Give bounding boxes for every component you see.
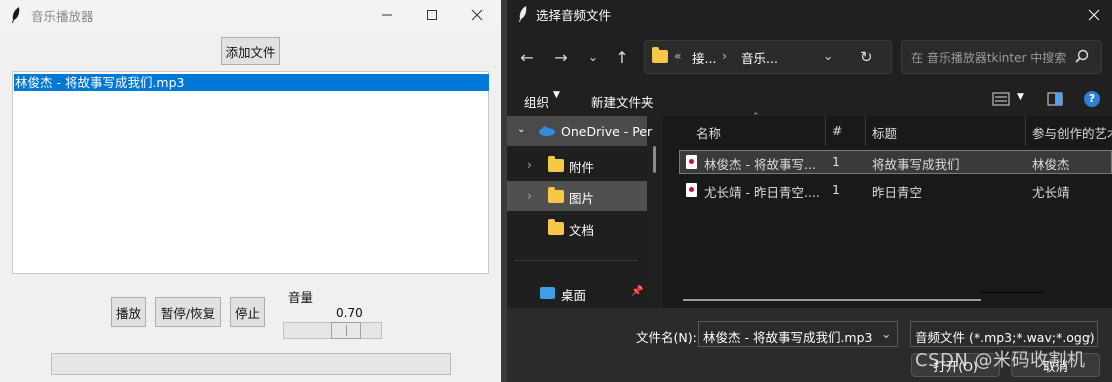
feather-icon <box>519 6 527 22</box>
volume-value: 0.70 <box>336 306 363 320</box>
tree-scrollbar[interactable] <box>653 146 656 173</box>
audio-file-icon <box>686 155 697 169</box>
arrow-right-icon: → <box>554 47 568 67</box>
sort-up-icon: ⌃ <box>752 112 760 122</box>
search-icon <box>1075 49 1089 63</box>
add-file-button[interactable]: 添加文件 <box>221 37 280 65</box>
file-number: 1 <box>832 154 840 169</box>
chevron-down-icon: ⌄ <box>881 326 892 341</box>
close-button[interactable] <box>455 0 499 30</box>
caret-down-icon: ▼ <box>553 90 560 100</box>
folder-icon <box>548 219 564 235</box>
column-header-name[interactable]: 名称 <box>696 123 721 142</box>
horizontal-scrollbar[interactable] <box>683 299 981 301</box>
pause-resume-button[interactable]: 暂停/恢复 <box>155 297 221 327</box>
column-header-artist[interactable]: 参与创作的艺术 <box>1032 123 1112 142</box>
scroll-track <box>981 292 1043 293</box>
new-folder-button[interactable]: 新建文件夹 <box>591 92 654 111</box>
filename-label: 文件名(N): <box>636 330 697 345</box>
playlist-listbox[interactable]: 林俊杰 - 将故事写成我们.mp3 <box>12 71 489 274</box>
tree-item-label: 图片 <box>569 191 595 206</box>
play-button[interactable]: 播放 <box>111 297 146 327</box>
stop-button[interactable]: 停止 <box>230 297 265 327</box>
address-dropdown[interactable]: ⌄ <box>823 48 833 63</box>
file-number: 1 <box>832 182 840 197</box>
playlist-item[interactable]: 林俊杰 - 将故事写成我们.mp3 <box>14 74 489 91</box>
arrow-left-icon: ← <box>520 47 534 67</box>
breadcrumb-item[interactable]: 音乐... <box>741 48 778 67</box>
folder-icon <box>548 187 564 203</box>
minimize-icon <box>382 14 392 16</box>
chevron-down-icon: ⌄ <box>517 124 526 135</box>
feather-icon <box>12 7 20 23</box>
chevron-right-icon: › <box>722 48 727 63</box>
file-title: 昨日青空 <box>872 185 923 200</box>
column-header-title[interactable]: 标题 <box>872 123 897 142</box>
tree-item-label: OneDrive - Per <box>561 124 653 139</box>
refresh-icon: ↻ <box>860 48 873 66</box>
filename-input[interactable]: 林俊杰 - 将故事写成我们.mp3 ⌄ <box>698 321 898 347</box>
dialog-close-button[interactable] <box>1084 6 1104 24</box>
chevron-down-icon: ⌄ <box>587 50 599 64</box>
recent-locations-button[interactable]: ⌄ <box>583 47 603 67</box>
refresh-button[interactable]: ↻ <box>860 48 878 66</box>
caret-down-icon: ▼ <box>1017 92 1024 102</box>
breadcrumb-item[interactable]: 接... <box>692 48 716 67</box>
chevron-down-icon: ⌄ <box>823 48 834 63</box>
file-name: 林俊杰 - 将故事写... <box>704 157 816 172</box>
view-options-icon[interactable] <box>992 92 1010 106</box>
breadcrumb-overflow[interactable]: « <box>674 48 682 63</box>
music-player-window: 音乐播放器 添加文件 林俊杰 - 将故事写成我们.mp3 播放 暂停/恢复 停止… <box>0 0 501 382</box>
column-separator[interactable] <box>1025 116 1026 146</box>
file-title: 将故事写成我们 <box>872 157 960 172</box>
forward-button[interactable]: → <box>551 47 571 67</box>
chevron-right-icon: › <box>527 157 532 172</box>
chevron-down-icon: ⌄ <box>1083 326 1094 341</box>
tree-item-label: 桌面 <box>561 288 587 303</box>
pin-icon: 📌 <box>631 286 644 297</box>
column-header-number[interactable]: # <box>832 123 842 138</box>
watermark: CSDN @米码收割机 <box>915 350 1086 371</box>
search-input[interactable]: 在 音乐播放器tkinter 中搜索 <box>911 49 1066 66</box>
folder-icon <box>548 156 564 172</box>
close-icon <box>471 9 483 21</box>
help-icon[interactable]: ? <box>1084 91 1100 107</box>
tree-item-label: 文档 <box>569 223 595 238</box>
cloud-icon <box>539 126 555 136</box>
back-button[interactable]: ← <box>517 47 537 67</box>
volume-slider-thumb[interactable] <box>331 322 361 339</box>
arrow-up-icon: ↑ <box>615 47 629 67</box>
organize-menu[interactable]: 组织 <box>524 92 549 111</box>
column-separator[interactable] <box>825 116 826 146</box>
file-artist: 尤长靖 <box>1032 185 1070 200</box>
volume-label: 音量 <box>288 290 314 305</box>
filename-value: 林俊杰 - 将故事写成我们.mp3 <box>703 330 873 345</box>
preview-pane-icon[interactable] <box>1047 92 1063 106</box>
audio-file-icon <box>686 183 697 197</box>
filetype-value: 音频文件 (*.mp3;*.wav;*.ogg) <box>915 330 1095 345</box>
maximize-button[interactable] <box>410 0 454 30</box>
progress-bar[interactable] <box>51 353 451 375</box>
column-separator[interactable] <box>865 116 866 146</box>
maximize-icon <box>427 10 437 20</box>
tree-separator <box>515 260 637 261</box>
file-artist: 林俊杰 <box>1032 157 1070 172</box>
folder-icon <box>652 47 668 63</box>
desktop-icon <box>540 287 555 299</box>
tree-item-label: 附件 <box>569 160 595 175</box>
minimize-button[interactable] <box>365 0 409 30</box>
filetype-select[interactable]: 音频文件 (*.mp3;*.wav;*.ogg) ⌄ <box>910 321 1098 347</box>
title-bar: 音乐播放器 <box>0 0 501 30</box>
file-list <box>663 116 1112 308</box>
dialog-title: 选择音频文件 <box>536 8 612 23</box>
window-title: 音乐播放器 <box>31 9 94 24</box>
up-button[interactable]: ↑ <box>612 47 632 67</box>
file-name: 尤长靖 - 昨日青空.... <box>704 185 820 200</box>
close-icon <box>1088 9 1100 21</box>
chevron-right-icon: › <box>527 188 532 203</box>
